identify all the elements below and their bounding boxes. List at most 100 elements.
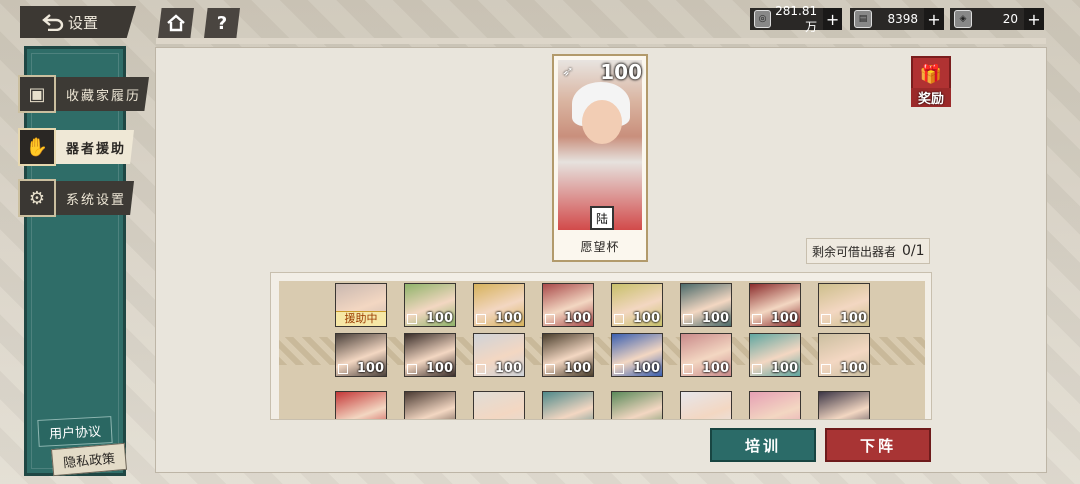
home-icon [167, 14, 185, 32]
character-level: 100 [770, 361, 798, 376]
roster-character[interactable]: 100 [680, 283, 732, 327]
character-level: 100 [356, 361, 384, 376]
resource-coin: ◎ 281.81万 + [750, 4, 842, 34]
character-level: 100 [632, 311, 660, 326]
character-level: 100 [632, 361, 660, 376]
portrait-face [582, 100, 622, 144]
handshake-icon: ✋ [18, 128, 56, 166]
roster-character[interactable] [818, 391, 870, 419]
sidebar-item-label: 收藏家履历 [56, 77, 150, 111]
class-icon [476, 314, 486, 324]
supporting-tag: 援助中 [336, 311, 386, 326]
reward-button[interactable]: 🎁 奖励 [911, 56, 951, 107]
character-level: 100 [701, 361, 729, 376]
resource-value: 281.81万 [775, 3, 818, 34]
roster-character[interactable]: 100 [611, 283, 663, 327]
top-bar: 设置 ? ◎ 281.81万 + ▤ 8398 + ◈ 20 + [0, 0, 1080, 44]
class-icon [614, 314, 624, 324]
remaining-value: 0/1 [902, 243, 925, 259]
roster-character[interactable] [611, 391, 663, 419]
character-level: 100 [563, 361, 591, 376]
roster-character[interactable]: 100 [818, 283, 870, 327]
roster-character[interactable]: 援助中 [335, 283, 387, 327]
class-icon [683, 314, 693, 324]
character-level: 100 [600, 60, 642, 84]
character-level: 100 [770, 311, 798, 326]
profile-icon: ▣ [18, 75, 56, 113]
gear-icon: ⚙ [18, 179, 56, 217]
back-button[interactable]: 设置 [20, 6, 136, 38]
class-icon [545, 314, 555, 324]
character-portrait [558, 60, 642, 230]
roster-character[interactable]: 100 [404, 283, 456, 327]
featured-character-card[interactable]: ➶ 100 陆 愿望杯 [552, 54, 648, 262]
coin-icon: ◎ [754, 10, 772, 28]
class-icon [683, 364, 693, 374]
remaining-label: 剩余可借出器者 [812, 244, 897, 259]
class-icon [752, 314, 762, 324]
roster-character[interactable]: 100 [335, 333, 387, 377]
character-level: 100 [839, 361, 867, 376]
resource-value: 20 [1002, 12, 1018, 26]
class-icon [821, 364, 831, 374]
roster-character[interactable] [404, 391, 456, 419]
character-level: 100 [494, 311, 522, 326]
roster-character[interactable] [680, 391, 732, 419]
resource-value: 8398 [887, 12, 918, 26]
roster-character[interactable]: 100 [404, 333, 456, 377]
back-arrow-icon [42, 14, 64, 31]
roster-character[interactable]: 100 [542, 283, 594, 327]
gem-icon: ◈ [954, 10, 972, 28]
back-label: 设置 [68, 13, 99, 32]
roster-character[interactable]: 100 [818, 333, 870, 377]
ticket-icon: ▤ [854, 10, 872, 28]
bow-icon: ➶ [562, 64, 574, 80]
character-name: 愿望杯 [580, 240, 620, 254]
character-level: 100 [839, 311, 867, 326]
sidebar-item-label: 系统设置 [56, 181, 135, 215]
roster-character[interactable]: 100 [611, 333, 663, 377]
roster-character[interactable]: 100 [473, 333, 525, 377]
add-ticket-button[interactable]: + [924, 8, 944, 30]
user-agreement-link[interactable]: 用户协议 [37, 416, 113, 447]
roster-character[interactable]: 100 [680, 333, 732, 377]
class-icon [752, 364, 762, 374]
help-button[interactable]: ? [204, 8, 240, 38]
roster-character[interactable]: 100 [749, 333, 801, 377]
character-level: 100 [563, 311, 591, 326]
resource-gem: ◈ 20 + [950, 8, 1044, 30]
class-icon [338, 364, 348, 374]
sidebar-item-system-settings[interactable]: ⚙ 系统设置 [18, 178, 135, 218]
resource-ticket: ▤ 8398 + [850, 8, 944, 30]
withdraw-button[interactable]: 下阵 [825, 428, 931, 462]
sidebar-item-collector-history[interactable]: ▣ 收藏家履历 [18, 74, 150, 114]
class-icon [476, 364, 486, 374]
home-button[interactable] [158, 8, 194, 38]
roster-character[interactable] [749, 391, 801, 419]
train-button[interactable]: 培训 [710, 428, 816, 462]
character-level: 100 [701, 311, 729, 326]
character-level: 100 [425, 361, 453, 376]
add-gem-button[interactable]: + [1024, 8, 1044, 30]
class-icon [821, 314, 831, 324]
class-icon [407, 364, 417, 374]
class-icon [407, 314, 417, 324]
roster-character[interactable]: 100 [749, 283, 801, 327]
roster-character[interactable] [542, 391, 594, 419]
roster-character[interactable]: 100 [542, 333, 594, 377]
character-roster: 援助中 100 100 100 100 100 100 100 100 100 100 100 100 1… [270, 272, 932, 420]
sidebar-item-label: 器者援助 [56, 130, 135, 164]
sidebar-item-support[interactable]: ✋ 器者援助 [18, 127, 135, 167]
roster-grid[interactable]: 援助中 100 100 100 100 100 100 100 100 100 100 100 100 1… [279, 281, 925, 419]
character-level: 100 [494, 361, 522, 376]
roster-character[interactable] [335, 391, 387, 419]
roster-character[interactable] [473, 391, 525, 419]
remaining-lendable: 剩余可借出器者 0/1 [806, 238, 930, 264]
add-coin-button[interactable]: + [823, 8, 842, 30]
character-level: 100 [425, 311, 453, 326]
reward-label: 奖励 [911, 88, 951, 107]
help-icon: ? [216, 12, 228, 34]
class-icon [614, 364, 624, 374]
class-icon [545, 364, 555, 374]
roster-character[interactable]: 100 [473, 283, 525, 327]
